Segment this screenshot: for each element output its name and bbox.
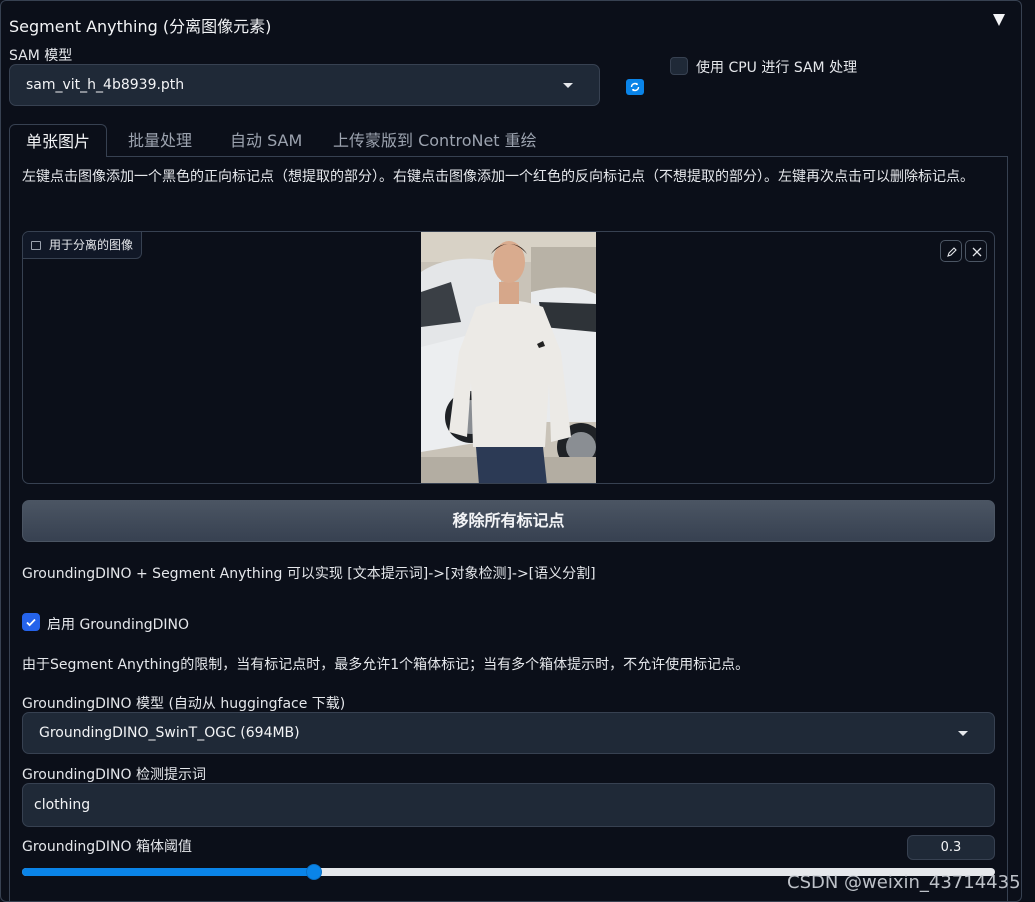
remove-all-points-button[interactable]: 移除所有标记点 [22, 500, 995, 542]
tab-upload-mask[interactable]: 上传蒙版到 ControNet 重绘 [317, 124, 553, 157]
prompt-value: clothing [34, 797, 91, 813]
chevron-down-icon [563, 83, 573, 88]
dino-model-label: GroundingDINO 模型 (自动从 huggingface 下载) [22, 696, 346, 712]
image-icon [31, 241, 41, 250]
checkmark-icon [26, 618, 36, 627]
refresh-button[interactable] [626, 79, 644, 95]
image-input[interactable]: 用于分离的图像 [22, 231, 995, 484]
threshold-slider-fill [22, 868, 314, 876]
section-title[interactable]: Segment Anything (分离图像元素) [9, 13, 271, 37]
close-icon [972, 247, 982, 257]
refresh-icon [630, 82, 640, 92]
dino-model-dropdown[interactable]: GroundingDINO_SwinT_OGC (694MB) [22, 712, 995, 754]
chevron-down-icon [958, 731, 968, 736]
instructions-text: 左键点击图像添加一个黑色的正向标记点（想提取的部分）。右键点击图像添加一个红色的… [22, 169, 974, 185]
image-label: 用于分离的图像 [23, 232, 143, 259]
sam-model-dropdown[interactable]: sam_vit_h_4b8939.pth [9, 64, 600, 106]
edit-button[interactable] [940, 240, 962, 262]
limit-note-text: 由于Segment Anything的限制，当有标记点时，最多允许1个箱体标记；… [22, 657, 750, 673]
prompt-input[interactable]: clothing [22, 783, 995, 827]
enable-groundingdino-label[interactable]: 启用 GroundingDINO [47, 614, 189, 634]
sam-model-label: SAM 模型 [9, 48, 73, 64]
tab-auto-sam[interactable]: 自动 SAM [214, 124, 318, 157]
image-label-text: 用于分离的图像 [49, 238, 134, 252]
threshold-slider-thumb[interactable] [305, 864, 322, 880]
tab-batch[interactable]: 批量处理 [112, 124, 208, 157]
enable-groundingdino-checkbox[interactable] [22, 613, 40, 631]
collapse-arrow-icon[interactable] [993, 14, 1005, 26]
cpu-checkbox-label[interactable]: 使用 CPU 进行 SAM 处理 [696, 57, 857, 77]
grounding-intro-text: GroundingDINO + Segment Anything 可以实现 [文… [22, 566, 596, 582]
pencil-icon [947, 247, 957, 257]
threshold-number-input[interactable]: 0.3 [907, 835, 995, 860]
dino-model-value: GroundingDINO_SwinT_OGC (694MB) [39, 725, 300, 741]
tab-single-image[interactable]: 单张图片 [9, 124, 108, 157]
watermark: CSDN @weixin_43714435 [787, 872, 1021, 893]
clear-image-button[interactable] [965, 240, 987, 262]
threshold-label: GroundingDINO 箱体阈值 [22, 839, 192, 855]
prompt-label: GroundingDINO 检测提示词 [22, 767, 206, 783]
sam-model-value: sam_vit_h_4b8939.pth [26, 77, 185, 93]
cpu-checkbox[interactable] [670, 57, 688, 75]
uploaded-photo[interactable] [421, 232, 596, 483]
